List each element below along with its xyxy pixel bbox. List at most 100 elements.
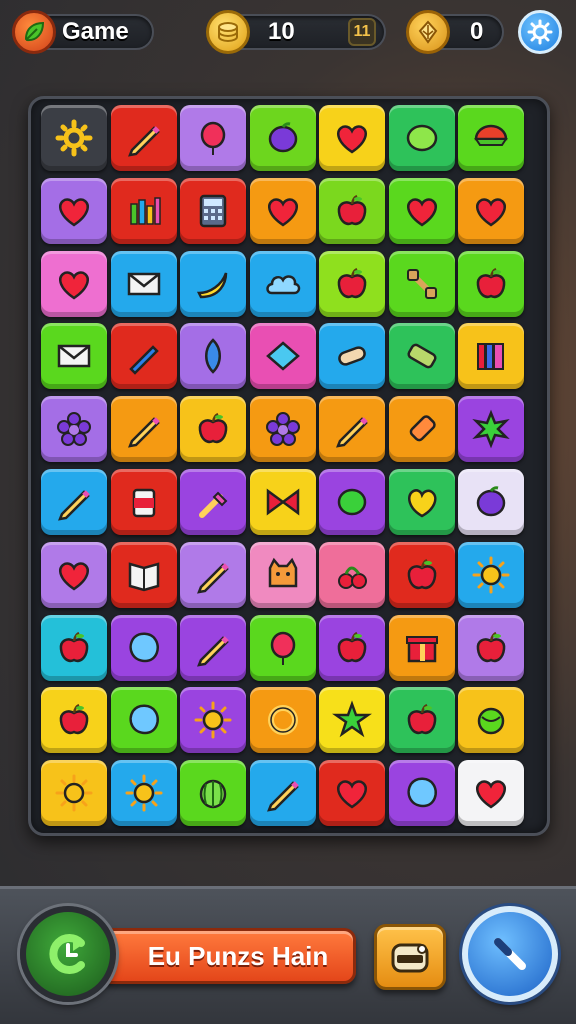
- undo-button[interactable]: [20, 906, 116, 1002]
- gear-icon: [55, 119, 93, 157]
- tile-ball[interactable]: [319, 469, 385, 535]
- tile-heart[interactable]: [41, 541, 107, 608]
- tile-calculator[interactable]: [180, 177, 246, 244]
- tile-lime[interactable]: [388, 105, 455, 171]
- apple-icon: [476, 631, 506, 662]
- heart-icon: [476, 780, 506, 809]
- tile-sun[interactable]: [458, 541, 524, 608]
- ball-icon: [337, 488, 367, 516]
- cabbage-icon: [477, 708, 505, 735]
- main-action-label: Eu Punzs Hain: [147, 940, 329, 971]
- pencil-icon: [197, 563, 229, 594]
- tile-pencil[interactable]: [180, 541, 246, 608]
- tile-balloon[interactable]: [180, 105, 246, 171]
- tile-bar-chart[interactable]: [110, 177, 177, 244]
- tile-flower[interactable]: [41, 396, 107, 463]
- tile-half-melon[interactable]: [458, 105, 524, 171]
- tile-envelope[interactable]: [41, 323, 107, 390]
- heart-icon: [59, 198, 89, 227]
- tile-gift[interactable]: [388, 614, 455, 681]
- tile-sun[interactable]: [180, 687, 246, 754]
- tile-star[interactable]: [319, 687, 385, 754]
- tile-cloud[interactable]: [249, 250, 316, 317]
- tile-bow[interactable]: [249, 469, 316, 535]
- tile-apple[interactable]: [41, 614, 107, 681]
- tile-apple[interactable]: [388, 541, 455, 608]
- tile-ring[interactable]: [249, 687, 316, 754]
- tile-crayon[interactable]: [388, 396, 455, 463]
- tile-banana[interactable]: [180, 250, 246, 317]
- apple-icon: [59, 631, 89, 662]
- tile-apple[interactable]: [458, 614, 524, 681]
- tile-balloon[interactable]: [249, 614, 316, 681]
- pencil-icon: [58, 490, 90, 521]
- tile-leaf[interactable]: [180, 323, 246, 390]
- tile-pencil[interactable]: [180, 614, 246, 681]
- tile-gear[interactable]: [41, 105, 107, 171]
- tile-star-leaf[interactable]: [458, 396, 524, 463]
- tile-cherry[interactable]: [319, 541, 385, 608]
- main-action-button[interactable]: Eu Punzs Hain: [100, 928, 356, 984]
- tile-pencil[interactable]: [110, 105, 177, 171]
- tile-heart[interactable]: [319, 760, 385, 827]
- booster-button[interactable]: [374, 924, 446, 990]
- tile-pen[interactable]: [110, 323, 177, 390]
- tile-heart[interactable]: [249, 177, 316, 244]
- tile-blob[interactable]: [110, 687, 177, 754]
- heart-icon: [59, 562, 89, 591]
- tile-apple[interactable]: [41, 687, 107, 754]
- apple-icon: [407, 558, 436, 589]
- gift-icon: [405, 635, 438, 662]
- brush-icon: [199, 491, 228, 518]
- tile-books[interactable]: [458, 323, 524, 390]
- tile-pencil[interactable]: [319, 396, 385, 463]
- tile-apple[interactable]: [388, 687, 455, 754]
- tile-heart[interactable]: [458, 760, 524, 827]
- tile-pencil[interactable]: [110, 396, 177, 463]
- coin-badge: 11: [348, 18, 376, 46]
- tile-blob[interactable]: [110, 614, 177, 681]
- tile-flower[interactable]: [249, 396, 316, 463]
- tile-heart[interactable]: [319, 105, 385, 171]
- tile-apple[interactable]: [180, 396, 246, 463]
- tile-dumbbell[interactable]: [388, 250, 455, 317]
- tile-pencil[interactable]: [249, 760, 316, 827]
- blob-icon: [406, 777, 437, 808]
- tile-lemon[interactable]: [388, 469, 455, 535]
- heart-icon: [59, 270, 89, 300]
- tile-sun[interactable]: [110, 760, 177, 827]
- hint-button[interactable]: [462, 906, 558, 1002]
- tile-can[interactable]: [110, 469, 177, 535]
- tile-melon[interactable]: [180, 760, 246, 827]
- tile-envelope[interactable]: [110, 250, 177, 317]
- lemon-icon: [407, 489, 436, 518]
- tile-pencil[interactable]: [41, 469, 107, 535]
- tile-apple[interactable]: [458, 250, 524, 317]
- tile-heart[interactable]: [41, 250, 107, 317]
- tile-apple[interactable]: [319, 177, 385, 244]
- tile-apple[interactable]: [319, 614, 385, 681]
- tile-plum[interactable]: [249, 105, 316, 171]
- tile-heart[interactable]: [458, 177, 524, 244]
- books-icon: [477, 343, 504, 371]
- star-leaf-icon: [472, 409, 510, 449]
- pen-icon: [128, 345, 159, 376]
- gold-leaf-icon: [406, 10, 450, 54]
- tile-sun[interactable]: [41, 760, 107, 827]
- tile-blob[interactable]: [388, 760, 455, 827]
- tile-heart[interactable]: [41, 177, 107, 244]
- tile-diamond[interactable]: [249, 323, 316, 390]
- tile-heart[interactable]: [388, 177, 455, 244]
- tile-brush[interactable]: [180, 469, 246, 535]
- tile-plum[interactable]: [458, 469, 524, 535]
- tile-scroll[interactable]: [388, 323, 455, 390]
- pencil-icon: [266, 781, 299, 812]
- tile-book[interactable]: [110, 541, 177, 608]
- tile-cabbage[interactable]: [458, 687, 524, 754]
- tile-bandage[interactable]: [319, 323, 385, 390]
- tile-apple[interactable]: [319, 250, 385, 317]
- plum-icon: [268, 122, 297, 153]
- settings-gear-icon[interactable]: [518, 10, 562, 54]
- heart-icon: [406, 198, 437, 227]
- tile-cat[interactable]: [249, 541, 316, 608]
